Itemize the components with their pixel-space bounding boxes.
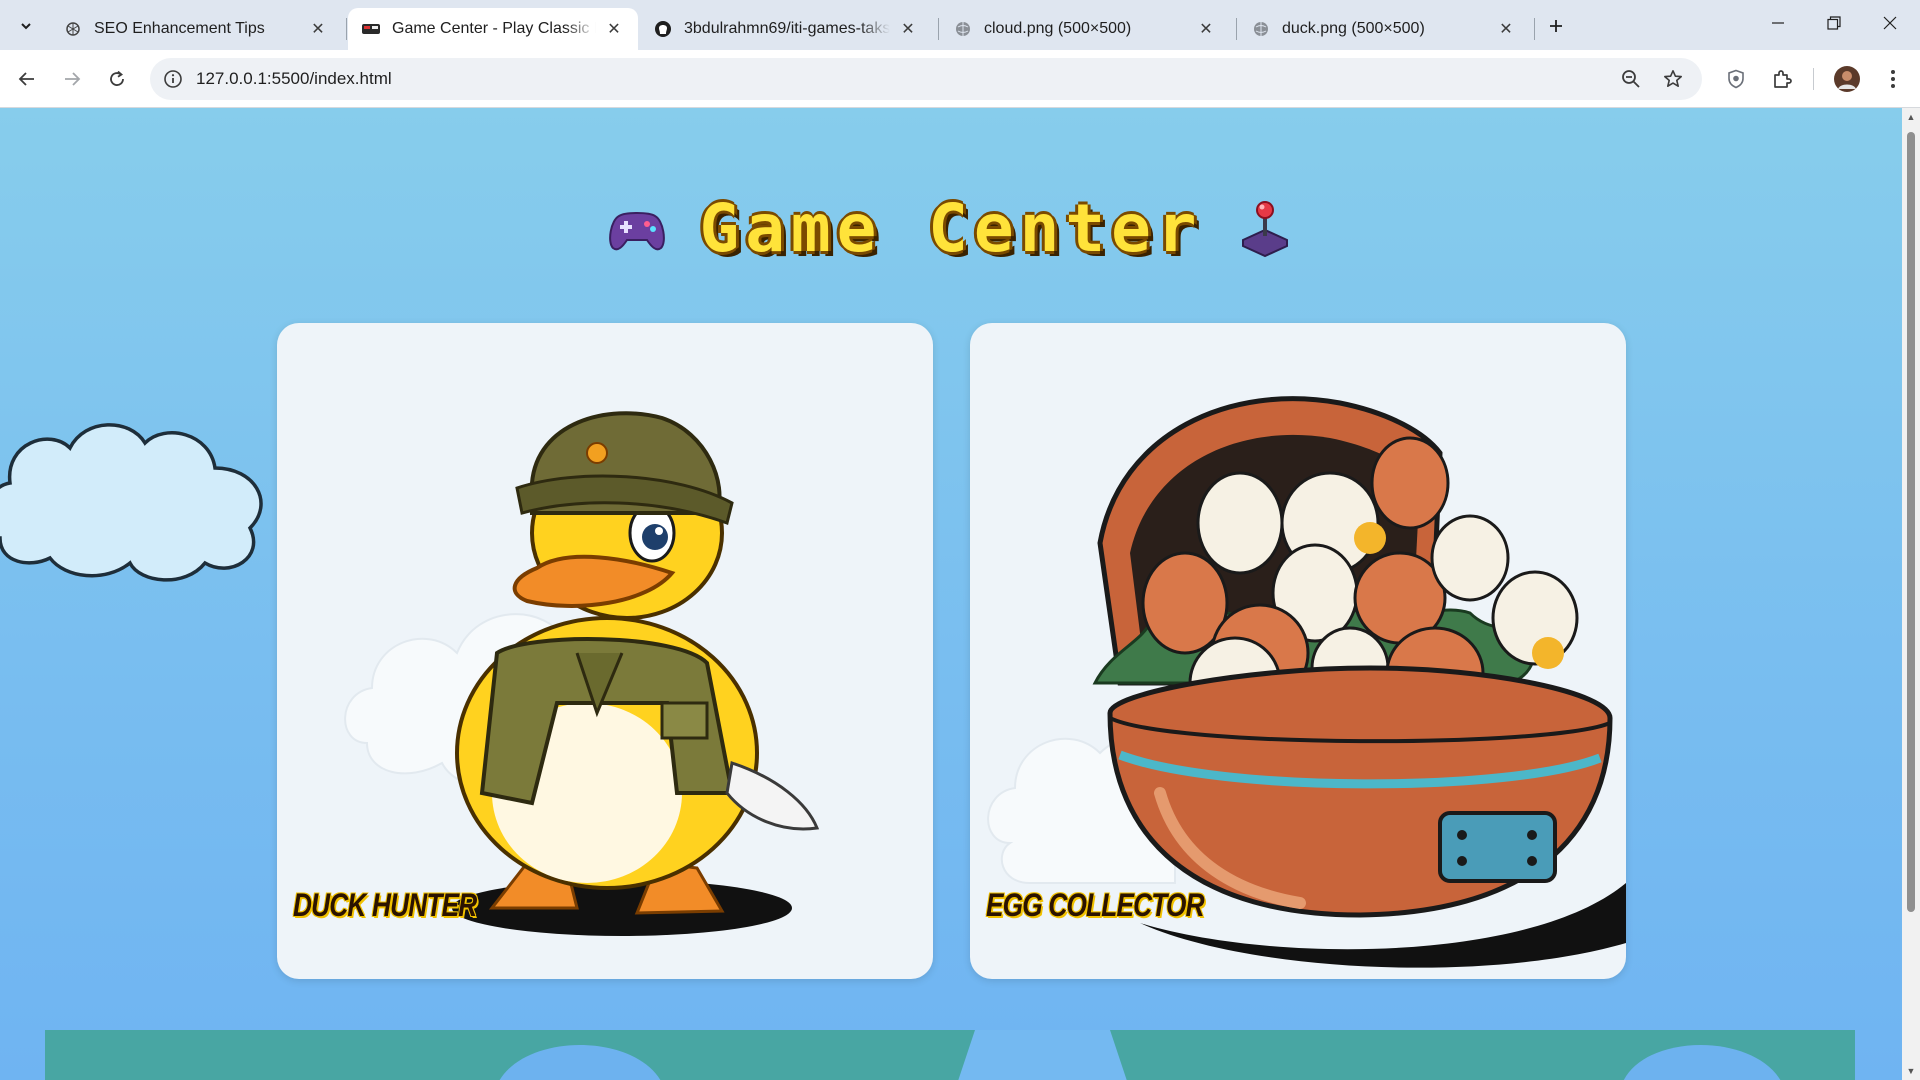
globe-icon bbox=[1252, 20, 1270, 38]
tab-separator bbox=[1534, 18, 1535, 40]
tab-game-center[interactable]: Game Center - Play Classic Retro Games ✕ bbox=[348, 8, 638, 50]
back-button[interactable] bbox=[11, 63, 43, 95]
minimize-button[interactable] bbox=[1750, 0, 1806, 46]
vertical-scrollbar[interactable]: ▲ ▼ bbox=[1902, 108, 1920, 1080]
restore-button[interactable] bbox=[1806, 0, 1862, 46]
tab-duck-png[interactable]: duck.png (500×500) ✕ bbox=[1238, 8, 1530, 50]
game-favicon-icon bbox=[362, 20, 380, 38]
tab-seo-tips[interactable]: SEO Enhancement Tips ✕ bbox=[50, 8, 342, 50]
cloud-decoration bbox=[0, 423, 263, 582]
forward-button[interactable] bbox=[56, 63, 88, 95]
gamepad-icon bbox=[609, 212, 666, 251]
github-icon bbox=[654, 20, 672, 38]
shield-extension-icon[interactable] bbox=[1720, 63, 1752, 95]
close-icon bbox=[1883, 16, 1897, 30]
info-icon[interactable] bbox=[162, 68, 184, 90]
globe-icon bbox=[954, 20, 972, 38]
scroll-up-arrow-icon[interactable]: ▲ bbox=[1906, 112, 1916, 122]
scrollbar-thumb[interactable] bbox=[1907, 132, 1915, 912]
minimize-icon bbox=[1772, 22, 1784, 24]
page-header: Game Center bbox=[0, 178, 1902, 278]
page-viewport: Game Center DUCK HUNTER EGG COLLECTOR bbox=[0, 108, 1902, 1080]
extensions-puzzle-icon[interactable] bbox=[1766, 63, 1798, 95]
profile-avatar[interactable] bbox=[1831, 63, 1863, 95]
tab-title: Game Center - Play Classic Retro Games bbox=[392, 20, 596, 37]
game-card-duck-hunter[interactable]: DUCK HUNTER bbox=[277, 323, 933, 979]
browser-toolbar: 127.0.0.1:5500/index.html bbox=[0, 50, 1920, 108]
arrow-left-icon bbox=[18, 72, 34, 86]
tab-cloud-png[interactable]: cloud.png (500×500) ✕ bbox=[940, 8, 1230, 50]
tab-search-button[interactable] bbox=[10, 10, 42, 42]
tab-separator bbox=[1236, 18, 1237, 40]
zoom-icon[interactable] bbox=[1618, 66, 1644, 92]
address-text[interactable]: 127.0.0.1:5500/index.html bbox=[196, 69, 392, 89]
egg-bowl-image bbox=[987, 396, 1626, 968]
tab-strip: SEO Enhancement Tips ✕ Game Center - Pla… bbox=[0, 0, 1920, 50]
tab-separator bbox=[346, 18, 347, 40]
close-icon[interactable]: ✕ bbox=[1496, 19, 1516, 39]
plus-icon bbox=[1550, 20, 1562, 32]
game-card-egg-collector[interactable]: EGG COLLECTOR bbox=[970, 323, 1626, 979]
tab-github-repo[interactable]: 3bdulrahmn69/iti-games-taks: a ✕ bbox=[640, 8, 932, 50]
close-icon[interactable]: ✕ bbox=[898, 19, 918, 39]
close-icon[interactable]: ✕ bbox=[604, 19, 624, 39]
close-window-button[interactable] bbox=[1862, 0, 1918, 46]
game-title-duck-hunter[interactable]: DUCK HUNTER bbox=[293, 887, 477, 924]
openai-icon bbox=[64, 20, 82, 38]
tab-title: SEO Enhancement Tips bbox=[94, 20, 265, 37]
address-bar[interactable]: 127.0.0.1:5500/index.html bbox=[150, 58, 1702, 100]
tab-title: duck.png (500×500) bbox=[1282, 20, 1425, 37]
close-icon[interactable]: ✕ bbox=[1196, 19, 1216, 39]
reload-button[interactable] bbox=[101, 63, 133, 95]
arrow-right-icon bbox=[65, 72, 81, 86]
game-title-egg-collector[interactable]: EGG COLLECTOR bbox=[986, 887, 1205, 924]
menu-kebab-icon[interactable] bbox=[1877, 63, 1909, 95]
chevron-down-icon bbox=[21, 23, 31, 30]
restore-icon bbox=[1827, 16, 1841, 30]
tab-title: 3bdulrahmn69/iti-games-taks: a bbox=[684, 20, 890, 37]
new-tab-button[interactable] bbox=[1542, 12, 1570, 40]
reload-icon bbox=[110, 70, 124, 86]
bookmark-star-icon[interactable] bbox=[1660, 66, 1686, 92]
tab-title: cloud.png (500×500) bbox=[984, 20, 1132, 37]
duck-soldier-image bbox=[344, 411, 820, 936]
tab-separator bbox=[938, 18, 939, 40]
page-title: Game Center bbox=[699, 189, 1203, 267]
joystick-icon bbox=[1241, 201, 1288, 258]
close-icon[interactable]: ✕ bbox=[308, 19, 328, 39]
toolbar-separator bbox=[1813, 68, 1814, 90]
scroll-down-arrow-icon[interactable]: ▼ bbox=[1906, 1066, 1916, 1076]
ground-decoration bbox=[45, 1030, 1855, 1080]
